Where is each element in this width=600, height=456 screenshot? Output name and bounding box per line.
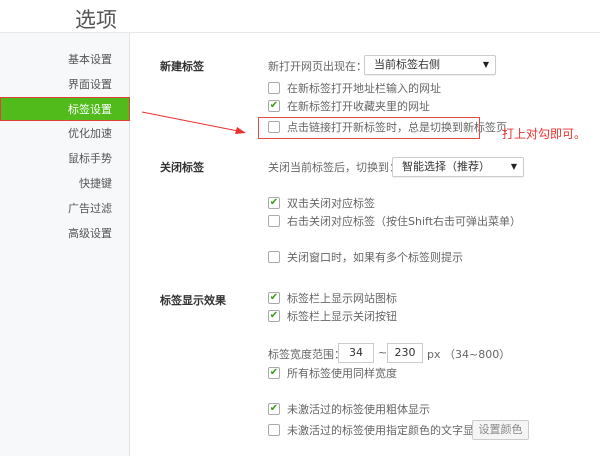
checkbox-box[interactable] xyxy=(268,215,280,227)
tab-width-min-input[interactable]: 34 xyxy=(338,343,374,363)
check-icon[interactable]: ✔ xyxy=(268,292,280,304)
section-close-tab: 关闭标签 xyxy=(160,161,204,174)
checkbox-label: 标签栏上显示网站图标 xyxy=(287,292,397,305)
annotation-note: 打上对勾即可。 xyxy=(502,127,587,141)
check-icon[interactable]: ✔ xyxy=(268,197,280,209)
checkbox-bold-unactivated[interactable]: ✔ 未激活过的标签使用粗体显示 xyxy=(268,401,430,417)
checkbox-color-unactivated[interactable]: 未激活过的标签使用指定颜色的文字显示： xyxy=(268,422,496,438)
checkbox-show-close-button[interactable]: ✔ 标签栏上显示关闭按钮 xyxy=(268,308,397,324)
after-close-select[interactable]: 智能选择（推荐） ▼ xyxy=(392,157,524,177)
checkbox-label: 双击关闭对应标签 xyxy=(287,197,375,210)
range-separator: ~ xyxy=(378,346,388,359)
checkbox-show-favicon[interactable]: ✔ 标签栏上显示网站图标 xyxy=(268,290,397,306)
tab-width-label: 标签宽度范围： xyxy=(268,348,345,361)
checkbox-right-click-close[interactable]: 右击关闭对应标签（按住Shift右击可弹出菜单） xyxy=(268,213,521,229)
check-icon[interactable]: ✔ xyxy=(268,310,280,322)
after-close-label: 关闭当前标签后，切换到： xyxy=(268,161,400,174)
check-icon[interactable]: ✔ xyxy=(268,403,280,415)
tab-width-hint: px （34~800） xyxy=(427,348,511,361)
check-icon[interactable]: ✔ xyxy=(268,367,280,379)
checkbox-box[interactable] xyxy=(268,424,280,436)
checkbox-label: 未激活过的标签使用指定颜色的文字显示： xyxy=(287,424,496,437)
tab-width-max-input[interactable]: 230 xyxy=(387,343,423,363)
checkbox-label: 所有标签使用同样宽度 xyxy=(287,367,397,380)
checkbox-box[interactable] xyxy=(268,251,280,263)
checkbox-label: 关闭窗口时，如果有多个标签则提示 xyxy=(287,251,463,264)
checkbox-label: 未激活过的标签使用粗体显示 xyxy=(287,403,430,416)
after-close-value: 智能选择（推荐） xyxy=(402,160,490,173)
checkbox-double-click-close[interactable]: ✔ 双击关闭对应标签 xyxy=(268,195,375,211)
chevron-down-icon: ▼ xyxy=(510,162,517,171)
checkbox-label: 右击关闭对应标签（按住Shift右击可弹出菜单） xyxy=(287,215,522,228)
set-color-button[interactable]: 设置颜色 xyxy=(472,420,529,440)
checkbox-equal-width[interactable]: ✔ 所有标签使用同样宽度 xyxy=(268,365,397,381)
checkbox-close-window-prompt[interactable]: 关闭窗口时，如果有多个标签则提示 xyxy=(268,249,463,265)
checkbox-label: 标签栏上显示关闭按钮 xyxy=(287,310,397,323)
section-tab-display: 标签显示效果 xyxy=(160,294,226,307)
